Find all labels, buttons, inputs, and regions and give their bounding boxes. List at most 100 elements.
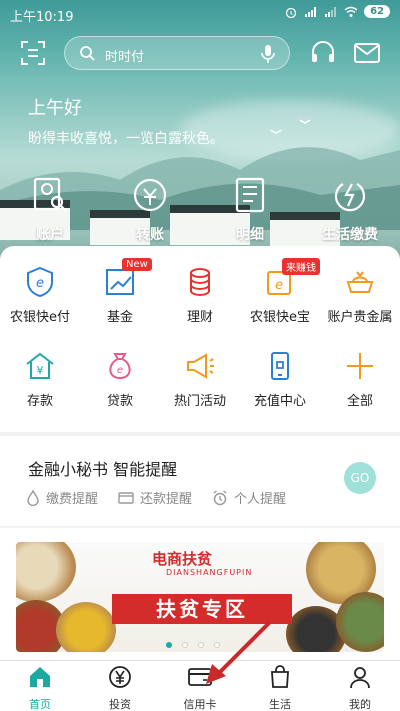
greeting-title: 上午好	[28, 98, 82, 119]
service-loan[interactable]: e 贷款	[80, 350, 160, 409]
battery-indicator: 62	[364, 5, 390, 18]
service-label: 充值中心	[253, 394, 306, 409]
go-button[interactable]: GO	[344, 462, 376, 494]
quick-action-transfer[interactable]: 转账	[105, 176, 195, 244]
banner-title: 扶贫专区	[112, 594, 292, 624]
alarm-icon	[285, 7, 297, 18]
status-time: 上午10:19	[10, 10, 74, 25]
nav-label: 投资	[109, 698, 131, 711]
nav-label: 我的	[349, 698, 371, 711]
svg-text:¥: ¥	[37, 364, 44, 377]
microphone-icon[interactable]	[261, 44, 275, 64]
status-bar: 上午10:19 62	[0, 0, 400, 28]
shopping-bag-icon	[271, 665, 289, 688]
service-label: 农银快e付	[10, 310, 70, 325]
card-icon	[118, 491, 134, 504]
service-grid: e 农银快e付 New 基金 理财 e 来赚钱 农银快e宝 账户贵金属 ¥ 存款…	[0, 246, 400, 432]
carousel-dot[interactable]	[214, 642, 220, 648]
service-fund[interactable]: New 基金	[80, 258, 160, 325]
wifi-icon	[344, 6, 358, 17]
coins-stack-icon	[190, 268, 210, 297]
bottom-nav: 首页 投资 信用卡 生活 我的	[0, 660, 400, 711]
greeting-subtitle: 盼得丰收喜悦，一览白露秋色。	[28, 131, 224, 147]
nav-label: 生活	[269, 698, 291, 711]
service-precious-metal[interactable]: 账户贵金属	[320, 266, 400, 325]
service-e-pay[interactable]: e 农银快e付	[0, 266, 80, 325]
loan-bag-icon: e	[109, 353, 131, 380]
home-icon	[30, 667, 50, 687]
reminder-label: 缴费提醒	[46, 492, 99, 507]
repayment-reminder[interactable]: 还款提醒	[118, 488, 192, 507]
finance-assistant[interactable]: 金融小秘书 智能提醒 缴费提醒 还款提醒 个人提醒 GO	[0, 436, 400, 526]
customer-service-icon[interactable]	[310, 40, 336, 66]
nav-invest[interactable]: 投资	[80, 665, 160, 711]
service-recharge[interactable]: 充值中心	[240, 350, 320, 409]
assistant-title: 金融小秘书 智能提醒	[28, 460, 178, 479]
service-e-bao[interactable]: e 来赚钱 农银快e宝	[240, 258, 320, 325]
top-bar: 时时付	[0, 36, 400, 72]
yen-circle-icon	[109, 666, 131, 688]
service-all[interactable]: 全部	[320, 350, 400, 409]
reminder-label: 个人提醒	[234, 492, 287, 507]
quick-action-account[interactable]: 账户	[5, 176, 95, 244]
user-icon	[350, 667, 370, 689]
service-label: 贷款	[106, 394, 133, 409]
grain-spoon	[16, 542, 76, 602]
scan-icon[interactable]	[20, 40, 46, 66]
svg-text:e: e	[117, 365, 123, 376]
signal-icon	[305, 6, 317, 17]
account-search-icon	[33, 177, 67, 212]
quick-action-label: 账户	[36, 227, 64, 243]
nav-home[interactable]: 首页	[0, 665, 80, 711]
credit-card-icon	[188, 668, 212, 686]
quick-action-label: 明细	[236, 227, 264, 243]
service-label: 热门活动	[173, 394, 226, 409]
new-badge: New	[122, 258, 152, 271]
service-hot-events[interactable]: 热门活动	[160, 350, 240, 409]
poverty-alleviation-banner[interactable]: 电商扶贫 DIANSHANGFUPIN 扶贫专区	[16, 542, 384, 652]
carousel-dot[interactable]	[166, 642, 172, 648]
transfer-icon	[133, 178, 167, 212]
carousel-dot[interactable]	[198, 642, 204, 648]
service-deposit[interactable]: ¥ 存款	[0, 350, 80, 409]
reminder-label: 还款提醒	[140, 492, 193, 507]
nav-mine[interactable]: 我的	[320, 665, 400, 711]
service-label: 全部	[346, 394, 373, 409]
quick-action-details[interactable]: 明细	[205, 176, 295, 244]
details-icon	[235, 177, 265, 213]
e-pay-icon: e	[27, 266, 53, 298]
service-label: 账户贵金属	[327, 310, 393, 325]
alarm-clock-icon	[213, 489, 227, 505]
carousel-dot[interactable]	[182, 642, 188, 648]
service-label: 农银快e宝	[250, 310, 310, 325]
earn-badge: 来赚钱	[282, 258, 320, 275]
nav-life[interactable]: 生活	[240, 665, 320, 711]
nav-label: 首页	[29, 698, 51, 711]
nav-credit-card[interactable]: 信用卡	[160, 665, 240, 711]
personal-reminder[interactable]: 个人提醒	[212, 488, 286, 507]
service-label: 基金	[106, 310, 133, 325]
carousel-dots	[166, 642, 220, 648]
mail-icon[interactable]	[354, 42, 380, 64]
bill-pay-icon	[334, 183, 366, 212]
svg-text:e: e	[36, 276, 44, 291]
search-input[interactable]: 时时付	[64, 36, 290, 70]
quick-action-label: 转账	[136, 227, 164, 243]
quick-action-label: 生活缴费	[322, 227, 378, 243]
nav-label: 信用卡	[183, 698, 217, 711]
svg-text:e: e	[275, 278, 283, 293]
quick-action-bill-pay[interactable]: 生活缴费	[305, 176, 395, 244]
banner-logo-sub: DIANSHANGFUPIN	[166, 568, 253, 577]
banner-logo: 电商扶贫	[152, 550, 213, 568]
search-placeholder: 时时付	[105, 50, 145, 65]
gold-ingot-icon	[346, 271, 374, 293]
bill-reminder[interactable]: 缴费提醒	[26, 488, 98, 507]
service-label: 存款	[26, 394, 53, 409]
grain-spoon	[56, 602, 116, 652]
deposit-house-icon: ¥	[26, 352, 54, 379]
signal-icon	[325, 6, 337, 17]
service-wealth[interactable]: 理财	[160, 266, 240, 325]
plus-icon	[347, 353, 373, 379]
drop-icon	[27, 489, 39, 506]
megaphone-icon	[187, 353, 214, 379]
